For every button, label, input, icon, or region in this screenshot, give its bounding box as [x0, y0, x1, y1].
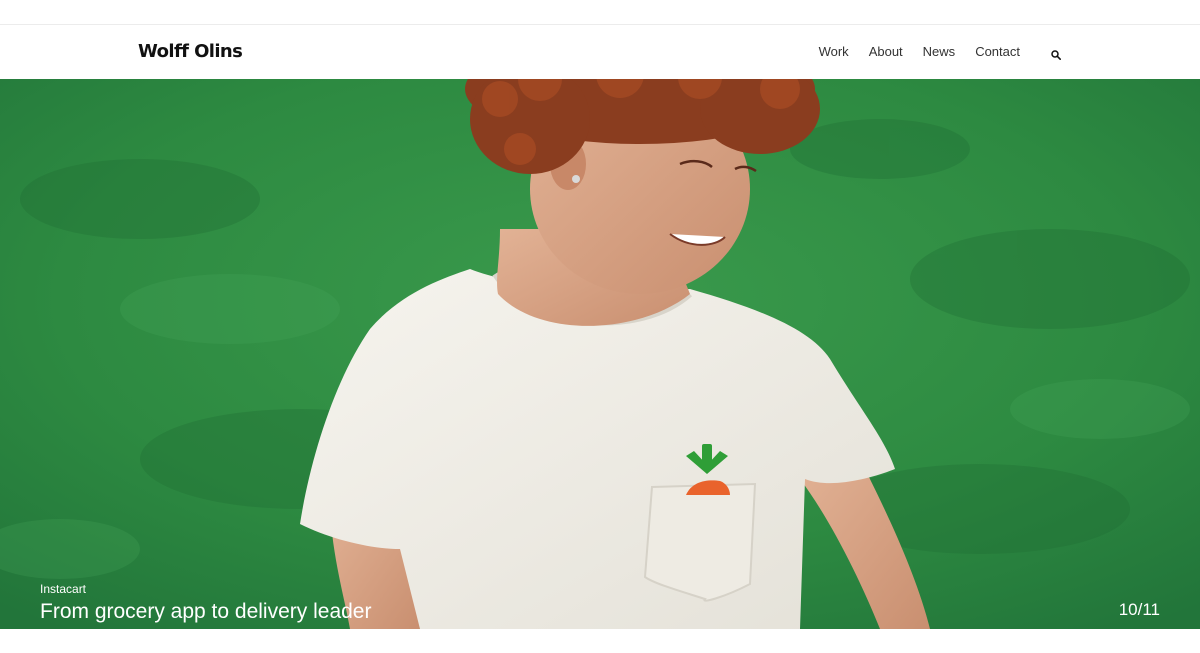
nav-item-news[interactable]: News — [923, 42, 956, 62]
bottom-strip — [0, 629, 1200, 653]
hero-slide[interactable]: Instacart From grocery app to delivery l… — [0, 79, 1200, 629]
top-strip — [0, 0, 1200, 25]
hero-image — [0, 79, 1200, 629]
search-icon[interactable] — [1051, 47, 1061, 60]
project-title-link[interactable]: From grocery app to delivery leader — [40, 598, 371, 626]
main-nav: Work About News Contact — [799, 42, 1061, 62]
slide-counter: 10/11 — [1118, 600, 1160, 619]
nav-item-about[interactable]: About — [869, 42, 903, 62]
project-client: Instacart — [40, 582, 87, 596]
wolff-olins-logo[interactable]: Wolff Olins — [138, 40, 243, 64]
site-header: Wolff Olins Work About News Contact — [0, 25, 1200, 79]
nav-item-contact[interactable]: Contact — [975, 42, 1020, 62]
nav-item-work[interactable]: Work — [819, 42, 849, 62]
